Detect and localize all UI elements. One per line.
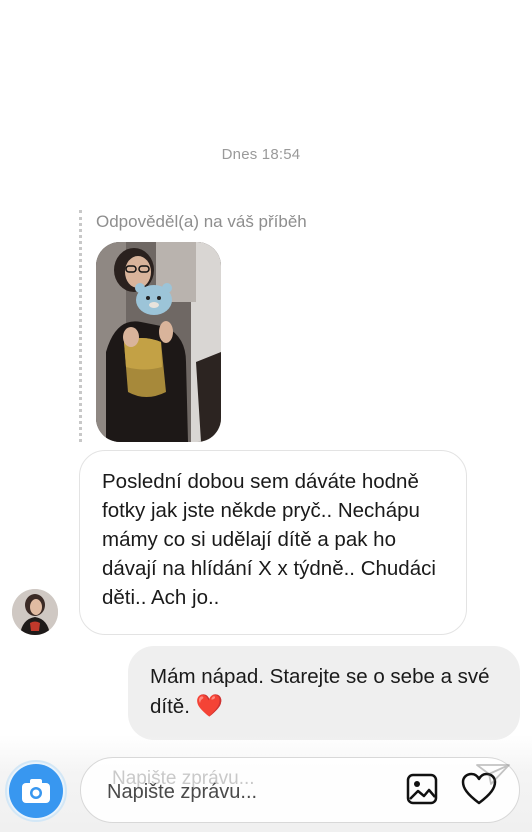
camera-button[interactable] (5, 760, 67, 822)
incoming-message-bubble[interactable]: Poslední dobou sem dáváte hodně fotky ja… (79, 450, 467, 635)
heart-emoji: ❤️ (195, 693, 223, 718)
send-ghost-icon (475, 762, 511, 786)
avatar-image (12, 589, 58, 635)
story-photo (96, 242, 221, 442)
gallery-icon (406, 773, 438, 805)
story-reply-label: Odpověděl(a) na váš příběh (96, 212, 307, 231)
outgoing-message-bubble[interactable]: Mám nápad. Starejte se o sebe a své dítě… (128, 646, 520, 740)
story-thumbnail[interactable] (96, 242, 221, 442)
gallery-button[interactable] (405, 772, 439, 806)
incoming-message-text: Poslední dobou sem dáváte hodně fotky ja… (102, 470, 436, 609)
story-reply-indicator (79, 210, 82, 442)
sender-avatar[interactable] (12, 589, 58, 635)
send-icon (476, 764, 510, 785)
timestamp: Dnes 18:54 (221, 146, 301, 163)
camera-icon (9, 764, 63, 818)
message-input[interactable] (105, 778, 389, 806)
